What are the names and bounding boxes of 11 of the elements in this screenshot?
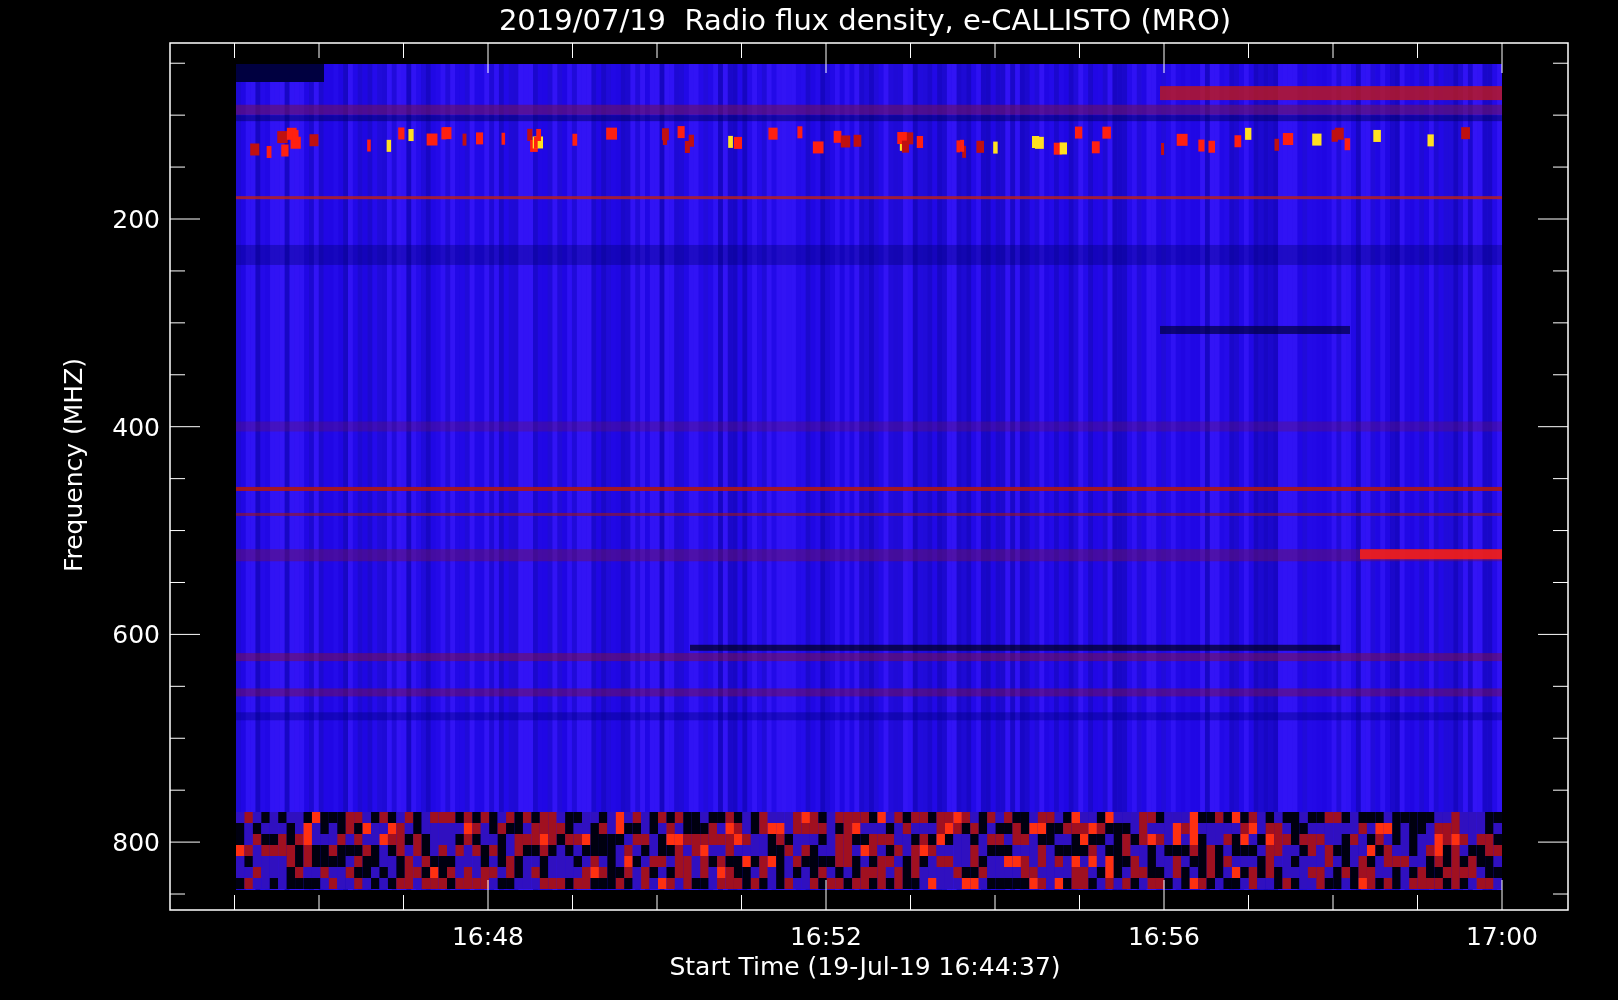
- y-axis-label: Frequency (MHZ): [59, 357, 88, 573]
- chart-title: 2019/07/19 Radio flux density, e-CALLISTO (MRO): [498, 3, 1232, 37]
- y-tick-label: 200: [112, 205, 160, 234]
- y-tick-label: 800: [112, 828, 160, 858]
- y-tick-label: 400: [112, 412, 160, 442]
- x-axis-label: Start Time (19-Jul-19 16:44:37): [669, 952, 1061, 981]
- y-tick-label: 600: [112, 620, 160, 650]
- x-tick-label: 17:00: [1466, 922, 1538, 951]
- x-tick-label: 16:48: [452, 922, 524, 951]
- x-tick-label: 16:56: [1128, 922, 1200, 951]
- x-tick-label: 16:52: [790, 922, 862, 951]
